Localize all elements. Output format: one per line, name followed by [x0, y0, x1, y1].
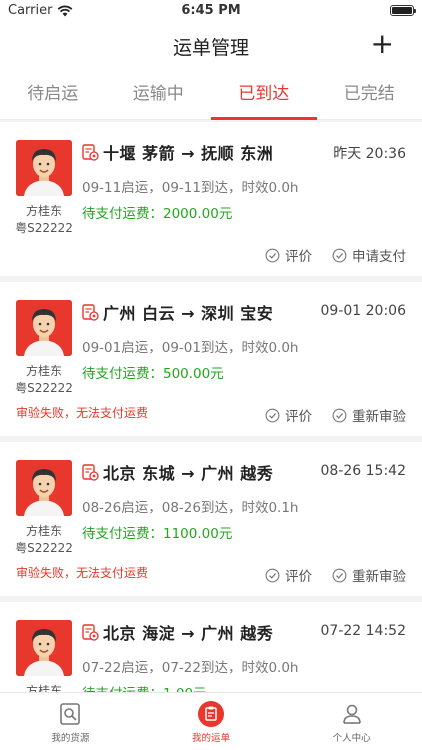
- pending-fee: 待支付运费：500.00元: [82, 366, 224, 382]
- reverify-button[interactable]: 重新审验: [332, 565, 406, 585]
- driver-name: 方桂东: [25, 204, 62, 218]
- request-payment-button[interactable]: 申请支付: [332, 245, 406, 265]
- waybill-icon: [198, 701, 224, 727]
- order-date: 08-26 15:42: [320, 463, 406, 479]
- add-order-button[interactable]: +: [371, 30, 394, 58]
- nav-bar: 运单管理 +: [0, 22, 422, 70]
- trip-info: 09-11启运，09-11到达，时效0.0h: [82, 180, 299, 196]
- trip-info: 09-01启运，09-01到达，时效0.0h: [82, 340, 299, 356]
- trip-info: 07-22启运，07-22到达，时效0.0h: [82, 660, 299, 676]
- tabbar-label: 我的运单: [192, 733, 231, 744]
- tabbar-my-cargo[interactable]: 我的货源: [0, 693, 141, 750]
- route-text: 北京 东城 → 广州 越秀: [103, 464, 274, 483]
- rate-button[interactable]: 评价: [265, 565, 312, 585]
- driver-name: 方桂东: [25, 524, 62, 538]
- status-tabs: 待启运 运输中 已到达 已完结: [0, 70, 422, 120]
- page-title: 运单管理: [172, 37, 249, 59]
- check-circle-icon: [332, 248, 347, 262]
- cargo-search-icon: [60, 703, 81, 725]
- driver-avatar: [16, 300, 72, 356]
- pending-fee: 待支付运费：1.00元: [82, 682, 207, 692]
- pending-fee: 待支付运费：2000.00元: [82, 206, 233, 222]
- route-text: 十堰 茅箭 → 抚顺 东洲: [103, 144, 274, 163]
- tabbar-label: 个人中心: [332, 733, 371, 744]
- driver-plate: 粤S22222: [15, 221, 73, 235]
- driver-name: 方桂东: [25, 364, 62, 378]
- driver-avatar: [16, 620, 72, 676]
- order-card[interactable]: 方桂东 粤S22222 十堰 茅箭 → 抚顺 东洲 昨天 20:36 09-11…: [0, 122, 422, 276]
- check-circle-icon: [265, 408, 280, 422]
- rate-label: 评价: [285, 569, 312, 585]
- rate-label: 评价: [285, 249, 312, 265]
- tab-in-transit[interactable]: 运输中: [106, 70, 212, 119]
- tabbar-my-waybills[interactable]: 我的运单: [141, 693, 282, 750]
- status-bar: Carrier 6:45 PM: [0, 0, 422, 22]
- request-payment-label: 申请支付: [352, 249, 406, 265]
- tab-completed[interactable]: 已完结: [317, 70, 422, 119]
- driver-avatar: [16, 460, 72, 516]
- waybill-document-icon: [82, 304, 99, 321]
- route-text: 广州 白云 → 深圳 宝安: [103, 304, 274, 323]
- waybill-document-icon: [82, 144, 99, 161]
- tab-pending-departure[interactable]: 待启运: [0, 70, 106, 119]
- order-date: 07-22 14:52: [320, 623, 406, 639]
- order-date: 昨天 20:36: [333, 146, 406, 162]
- driver-plate: 粤S22222: [15, 541, 73, 555]
- order-card[interactable]: 方桂东 粤S22222 广州 白云 → 深圳 宝安 09-01 20:06 09…: [0, 282, 422, 436]
- tabbar-label: 我的货源: [51, 733, 90, 744]
- check-circle-icon: [332, 568, 347, 582]
- battery-icon: [390, 5, 416, 16]
- order-list: 方桂东 粤S22222 十堰 茅箭 → 抚顺 东洲 昨天 20:36 09-11…: [0, 122, 422, 692]
- bottom-tabbar: 我的货源 我的运单 个人中心: [0, 692, 422, 750]
- check-circle-icon: [332, 408, 347, 422]
- route-text: 北京 海淀 → 广州 越秀: [103, 624, 274, 643]
- driver-plate: 粤S22222: [15, 381, 73, 395]
- driver-name: 方桂东: [25, 684, 62, 692]
- rate-label: 评价: [285, 409, 312, 425]
- rate-button[interactable]: 评价: [265, 405, 312, 425]
- pending-fee: 待支付运费：1100.00元: [82, 526, 233, 542]
- reverify-button[interactable]: 重新审验: [332, 405, 406, 425]
- reverify-label: 重新审验: [352, 409, 406, 425]
- order-date: 09-01 20:06: [320, 303, 406, 319]
- verification-failed-note: 审验失败，无法支付运费: [16, 406, 149, 420]
- waybill-document-icon: [82, 624, 99, 641]
- waybill-document-icon: [82, 464, 99, 481]
- driver-avatar: [16, 140, 72, 196]
- verification-failed-note: 审验失败，无法支付运费: [16, 566, 149, 580]
- tab-arrived[interactable]: 已到达: [211, 70, 317, 120]
- order-card[interactable]: 方桂东 北京 海淀 → 广州 越秀 07-22 14:52 07-22启运，07…: [0, 602, 422, 692]
- person-icon: [342, 704, 361, 724]
- rate-button[interactable]: 评价: [265, 245, 312, 265]
- reverify-label: 重新审验: [352, 569, 406, 585]
- check-circle-icon: [265, 568, 280, 582]
- status-time: 6:45 PM: [181, 3, 241, 18]
- check-circle-icon: [265, 248, 280, 262]
- order-card[interactable]: 方桂东 粤S22222 北京 东城 → 广州 越秀 08-26 15:42 08…: [0, 442, 422, 596]
- tabbar-profile[interactable]: 个人中心: [281, 693, 422, 750]
- trip-info: 08-26启运，08-26到达，时效0.1h: [82, 500, 299, 516]
